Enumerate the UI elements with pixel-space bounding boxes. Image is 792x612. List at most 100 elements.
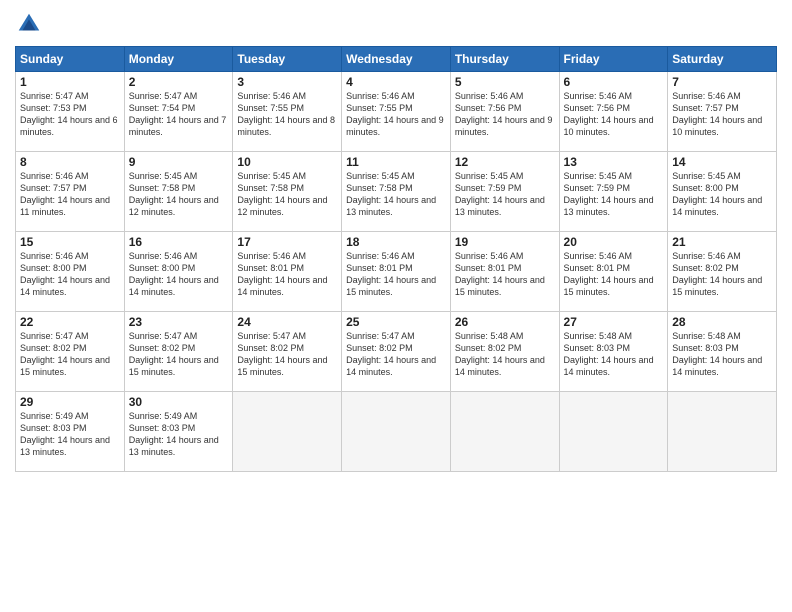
cell-info: Sunrise: 5:47 AMSunset: 7:53 PMDaylight:… [20, 91, 118, 137]
day-number: 8 [20, 155, 120, 169]
calendar-cell: 27 Sunrise: 5:48 AMSunset: 8:03 PMDayligh… [559, 312, 668, 392]
day-number: 13 [564, 155, 664, 169]
calendar-cell: 13 Sunrise: 5:45 AMSunset: 7:59 PMDayligh… [559, 152, 668, 232]
calendar-cell: 8Sunrise: 5:46 AMSunset: 7:57 PMDaylight… [16, 152, 125, 232]
calendar-cell [342, 392, 451, 472]
day-of-week-header: Tuesday [233, 47, 342, 72]
calendar-cell: 12 Sunrise: 5:45 AMSunset: 7:59 PMDayligh… [450, 152, 559, 232]
calendar-cell: 7 Sunrise: 5:46 AMSunset: 7:57 PMDaylight… [668, 72, 777, 152]
day-number: 18 [346, 235, 446, 249]
day-number: 28 [672, 315, 772, 329]
day-number: 11 [346, 155, 446, 169]
day-of-week-header: Friday [559, 47, 668, 72]
cell-info: Sunrise: 5:46 AMSunset: 7:56 PMDaylight:… [455, 91, 553, 137]
day-number: 6 [564, 75, 664, 89]
calendar-week-row: 1 Sunrise: 5:47 AMSunset: 7:53 PMDaylight… [16, 72, 777, 152]
cell-info: Sunrise: 5:47 AMSunset: 7:54 PMDaylight:… [129, 91, 227, 137]
day-of-week-header: Saturday [668, 47, 777, 72]
calendar-cell: 28 Sunrise: 5:48 AMSunset: 8:03 PMDayligh… [668, 312, 777, 392]
calendar-cell: 19 Sunrise: 5:46 AMSunset: 8:01 PMDayligh… [450, 232, 559, 312]
logo-icon [15, 10, 43, 38]
cell-info: Sunrise: 5:46 AMSunset: 7:55 PMDaylight:… [346, 91, 444, 137]
day-number: 5 [455, 75, 555, 89]
day-number: 1 [20, 75, 120, 89]
cell-info: Sunrise: 5:47 AMSunset: 8:02 PMDaylight:… [129, 331, 219, 377]
header [15, 10, 777, 38]
calendar-cell: 14 Sunrise: 5:45 AMSunset: 8:00 PMDayligh… [668, 152, 777, 232]
calendar-cell: 18 Sunrise: 5:46 AMSunset: 8:01 PMDayligh… [342, 232, 451, 312]
day-number: 26 [455, 315, 555, 329]
calendar-cell: 30Sunrise: 5:49 AMSunset: 8:03 PMDayligh… [124, 392, 233, 472]
calendar-cell: 22Sunrise: 5:47 AMSunset: 8:02 PMDayligh… [16, 312, 125, 392]
cell-info: Sunrise: 5:47 AMSunset: 8:02 PMDaylight:… [237, 331, 327, 377]
day-number: 14 [672, 155, 772, 169]
day-number: 7 [672, 75, 772, 89]
cell-info: Sunrise: 5:45 AMSunset: 8:00 PMDaylight:… [672, 171, 762, 217]
day-number: 24 [237, 315, 337, 329]
cell-info: Sunrise: 5:46 AMSunset: 7:56 PMDaylight:… [564, 91, 654, 137]
calendar-cell [668, 392, 777, 472]
day-number: 9 [129, 155, 229, 169]
day-number: 15 [20, 235, 120, 249]
day-number: 17 [237, 235, 337, 249]
day-number: 10 [237, 155, 337, 169]
calendar-cell: 24 Sunrise: 5:47 AMSunset: 8:02 PMDayligh… [233, 312, 342, 392]
day-number: 23 [129, 315, 229, 329]
day-number: 22 [20, 315, 120, 329]
calendar-cell: 16 Sunrise: 5:46 AMSunset: 8:00 PMDayligh… [124, 232, 233, 312]
cell-info: Sunrise: 5:46 AMSunset: 8:01 PMDaylight:… [564, 251, 654, 297]
calendar-week-row: 15 Sunrise: 5:46 AMSunset: 8:00 PMDayligh… [16, 232, 777, 312]
day-number: 29 [20, 395, 120, 409]
calendar-cell [450, 392, 559, 472]
calendar-week-row: 8Sunrise: 5:46 AMSunset: 7:57 PMDaylight… [16, 152, 777, 232]
cell-info: Sunrise: 5:45 AMSunset: 7:58 PMDaylight:… [346, 171, 436, 217]
calendar-cell [233, 392, 342, 472]
day-number: 16 [129, 235, 229, 249]
day-of-week-header: Thursday [450, 47, 559, 72]
day-number: 30 [129, 395, 229, 409]
cell-info: Sunrise: 5:45 AMSunset: 7:59 PMDaylight:… [455, 171, 545, 217]
calendar-body: 1 Sunrise: 5:47 AMSunset: 7:53 PMDaylight… [16, 72, 777, 472]
calendar-cell: 11 Sunrise: 5:45 AMSunset: 7:58 PMDayligh… [342, 152, 451, 232]
calendar-cell: 10Sunrise: 5:45 AMSunset: 7:58 PMDayligh… [233, 152, 342, 232]
day-number: 3 [237, 75, 337, 89]
calendar-week-row: 29 Sunrise: 5:49 AMSunset: 8:03 PMDayligh… [16, 392, 777, 472]
calendar-cell: 23 Sunrise: 5:47 AMSunset: 8:02 PMDayligh… [124, 312, 233, 392]
calendar-cell: 2 Sunrise: 5:47 AMSunset: 7:54 PMDaylight… [124, 72, 233, 152]
cell-info: Sunrise: 5:46 AMSunset: 8:02 PMDaylight:… [672, 251, 762, 297]
calendar-cell: 4Sunrise: 5:46 AMSunset: 7:55 PMDaylight… [342, 72, 451, 152]
cell-info: Sunrise: 5:46 AMSunset: 8:01 PMDaylight:… [346, 251, 436, 297]
day-number: 12 [455, 155, 555, 169]
day-number: 19 [455, 235, 555, 249]
page: SundayMondayTuesdayWednesdayThursdayFrid… [0, 0, 792, 612]
cell-info: Sunrise: 5:46 AMSunset: 8:00 PMDaylight:… [129, 251, 219, 297]
calendar-header-row: SundayMondayTuesdayWednesdayThursdayFrid… [16, 47, 777, 72]
cell-info: Sunrise: 5:46 AMSunset: 8:01 PMDaylight:… [455, 251, 545, 297]
day-of-week-header: Wednesday [342, 47, 451, 72]
cell-info: Sunrise: 5:46 AMSunset: 7:55 PMDaylight:… [237, 91, 335, 137]
calendar: SundayMondayTuesdayWednesdayThursdayFrid… [15, 46, 777, 472]
calendar-cell: 1 Sunrise: 5:47 AMSunset: 7:53 PMDaylight… [16, 72, 125, 152]
cell-info: Sunrise: 5:48 AMSunset: 8:03 PMDaylight:… [672, 331, 762, 377]
calendar-cell: 3 Sunrise: 5:46 AMSunset: 7:55 PMDaylight… [233, 72, 342, 152]
calendar-cell: 6 Sunrise: 5:46 AMSunset: 7:56 PMDaylight… [559, 72, 668, 152]
calendar-cell: 25Sunrise: 5:47 AMSunset: 8:02 PMDayligh… [342, 312, 451, 392]
cell-info: Sunrise: 5:46 AMSunset: 7:57 PMDaylight:… [672, 91, 762, 137]
day-number: 27 [564, 315, 664, 329]
calendar-cell: 5 Sunrise: 5:46 AMSunset: 7:56 PMDaylight… [450, 72, 559, 152]
calendar-cell: 9 Sunrise: 5:45 AMSunset: 7:58 PMDaylight… [124, 152, 233, 232]
cell-info: Sunrise: 5:45 AMSunset: 7:58 PMDaylight:… [129, 171, 219, 217]
calendar-cell: 17 Sunrise: 5:46 AMSunset: 8:01 PMDayligh… [233, 232, 342, 312]
cell-info: Sunrise: 5:49 AMSunset: 8:03 PMDaylight:… [20, 411, 110, 457]
cell-info: Sunrise: 5:46 AMSunset: 8:01 PMDaylight:… [237, 251, 327, 297]
calendar-cell: 26Sunrise: 5:48 AMSunset: 8:02 PMDayligh… [450, 312, 559, 392]
cell-info: Sunrise: 5:48 AMSunset: 8:03 PMDaylight:… [564, 331, 654, 377]
day-number: 2 [129, 75, 229, 89]
calendar-week-row: 22 Sunrise: 5:47 AMSunset: 8:02 PMDayligh… [16, 312, 777, 392]
calendar-cell: 21Sunrise: 5:46 AMSunset: 8:02 PMDayligh… [668, 232, 777, 312]
calendar-cell [559, 392, 668, 472]
day-of-week-header: Monday [124, 47, 233, 72]
day-number: 25 [346, 315, 446, 329]
day-number: 20 [564, 235, 664, 249]
cell-info: Sunrise: 5:45 AMSunset: 7:59 PMDaylight:… [564, 171, 654, 217]
